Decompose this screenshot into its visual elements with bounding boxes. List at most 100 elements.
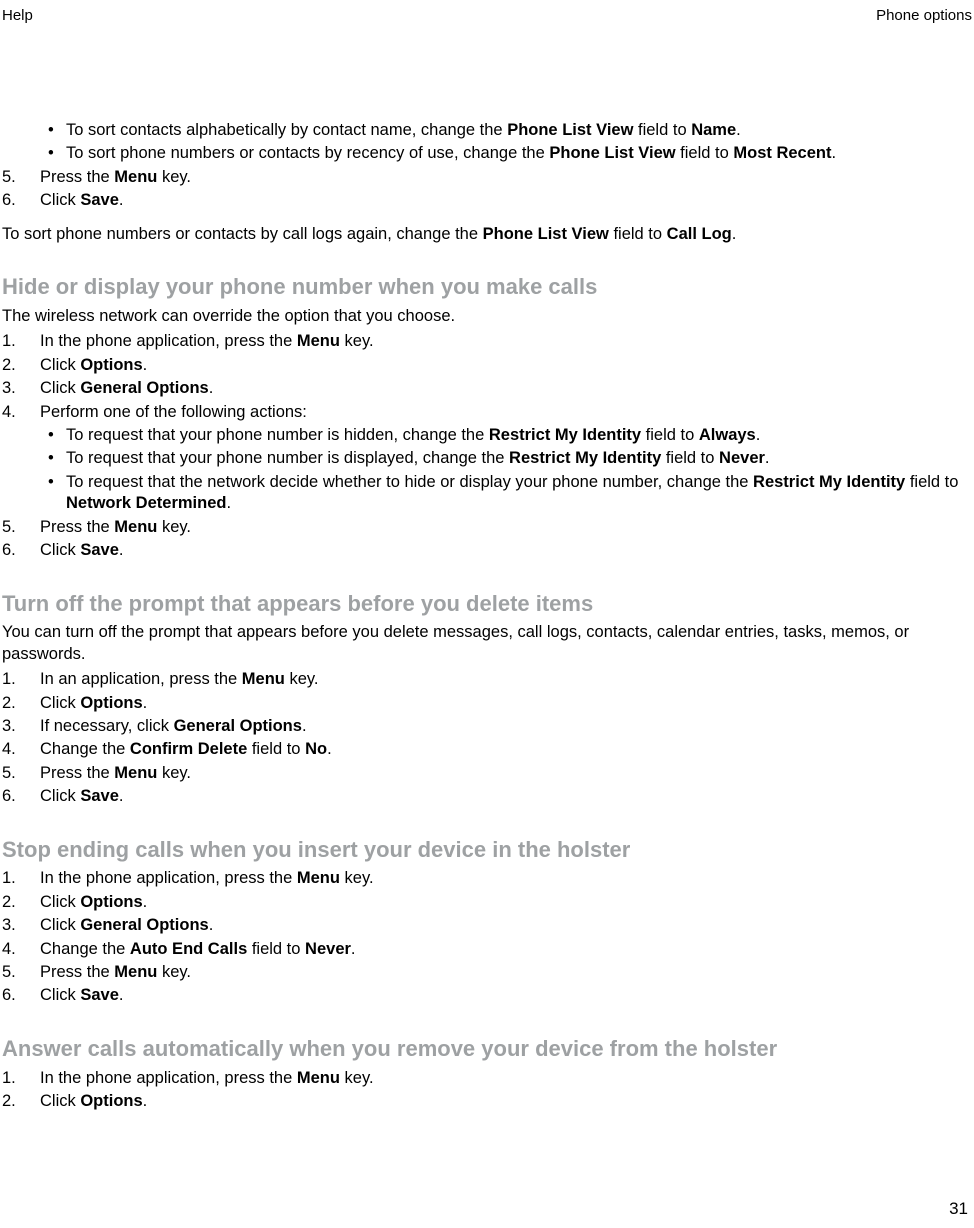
list-item: 3.Click General Options. bbox=[32, 915, 972, 936]
text: . bbox=[143, 694, 148, 712]
intro-bullets: To sort contacts alphabetically by conta… bbox=[2, 120, 972, 165]
text: field to bbox=[247, 940, 305, 958]
bold-text: Save bbox=[80, 541, 119, 559]
bold-text: Save bbox=[80, 986, 119, 1004]
bold-text: Save bbox=[80, 787, 119, 805]
text: To sort contacts alphabetically by conta… bbox=[66, 121, 507, 139]
list-item: To request that the network decide wheth… bbox=[66, 472, 972, 515]
step-number: 2. bbox=[2, 892, 26, 913]
step-number: 5. bbox=[2, 517, 26, 538]
text: Click bbox=[40, 356, 80, 374]
text: key. bbox=[340, 869, 374, 887]
text: Click bbox=[40, 1092, 80, 1110]
section-steps-cont: 5.Press the Menu key. 6.Click Save. bbox=[2, 517, 972, 562]
section-steps: 1. In the phone application, press the Me… bbox=[2, 1068, 972, 1113]
header-left: Help bbox=[2, 6, 33, 26]
bold-text: General Options bbox=[80, 379, 208, 397]
text: . bbox=[119, 541, 124, 559]
text: field to bbox=[661, 449, 719, 467]
step-number: 4. bbox=[2, 739, 26, 760]
step-number: 1. bbox=[2, 1068, 26, 1089]
bold-text: Menu bbox=[114, 764, 157, 782]
text: key. bbox=[340, 1069, 374, 1087]
text: key. bbox=[157, 518, 191, 536]
text: field to bbox=[676, 144, 734, 162]
list-item: 5.Press the Menu key. bbox=[32, 962, 972, 983]
bold-text: No bbox=[305, 740, 327, 758]
list-item: 6.Click Save. bbox=[32, 985, 972, 1006]
section-steps: 1.In the phone application, press the Me… bbox=[2, 868, 972, 1007]
section-title-stop-ending-calls: Stop ending calls when you insert your d… bbox=[2, 836, 972, 865]
text: field to bbox=[905, 473, 958, 491]
section-intro: You can turn off the prompt that appears… bbox=[2, 622, 972, 665]
text: . bbox=[143, 1092, 148, 1110]
list-item: 3.Click General Options. bbox=[32, 378, 972, 399]
list-item: 5.Press the Menu key. bbox=[32, 167, 972, 188]
list-item: 2.Click Options. bbox=[32, 1091, 972, 1112]
step-number: 6. bbox=[2, 190, 26, 211]
step-number: 3. bbox=[2, 716, 26, 737]
bold-text: Menu bbox=[114, 518, 157, 536]
bold-text: Menu bbox=[297, 332, 340, 350]
bold-text: Menu bbox=[114, 168, 157, 186]
text: In an application, press the bbox=[40, 670, 242, 688]
bold-text: Menu bbox=[242, 670, 285, 688]
step-number: 1. bbox=[2, 331, 26, 352]
list-item: 2.Click Options. bbox=[32, 693, 972, 714]
section-title-answer-auto: Answer calls automatically when you remo… bbox=[2, 1035, 972, 1064]
bold-text: General Options bbox=[174, 717, 302, 735]
text: . bbox=[351, 940, 356, 958]
list-item: 2.Click Options. bbox=[32, 355, 972, 376]
section-title-hide-number: Hide or display your phone number when y… bbox=[2, 273, 972, 302]
text: Click bbox=[40, 541, 80, 559]
text: In the phone application, press the bbox=[40, 1069, 297, 1087]
text: . bbox=[756, 426, 761, 444]
bold-text: Options bbox=[80, 893, 142, 911]
list-item: 4.Perform one of the following actions: bbox=[32, 402, 972, 423]
text: Press the bbox=[40, 963, 114, 981]
text: . bbox=[832, 144, 837, 162]
bold-text: Options bbox=[80, 356, 142, 374]
list-item: To sort contacts alphabetically by conta… bbox=[66, 120, 972, 141]
text: . bbox=[143, 893, 148, 911]
list-item: 1.In the phone application, press the Me… bbox=[32, 868, 972, 889]
text: . bbox=[119, 787, 124, 805]
text: . bbox=[302, 717, 307, 735]
bold-text: Menu bbox=[297, 1069, 340, 1087]
text: field to bbox=[609, 225, 667, 243]
step-number: 3. bbox=[2, 378, 26, 399]
text: Press the bbox=[40, 168, 114, 186]
step-number: 1. bbox=[2, 868, 26, 889]
step-number: 5. bbox=[2, 763, 26, 784]
list-item: 3.If necessary, click General Options. bbox=[32, 716, 972, 737]
header-right: Phone options bbox=[876, 6, 972, 26]
list-item: To sort phone numbers or contacts by rec… bbox=[66, 143, 972, 164]
step-number: 6. bbox=[2, 985, 26, 1006]
text: Press the bbox=[40, 518, 114, 536]
text: . bbox=[119, 986, 124, 1004]
text: . bbox=[736, 121, 741, 139]
text: key. bbox=[157, 168, 191, 186]
list-item: 2.Click Options. bbox=[32, 892, 972, 913]
text: Click bbox=[40, 893, 80, 911]
text: To request that the network decide wheth… bbox=[66, 473, 753, 491]
bold-text: Phone List View bbox=[483, 225, 609, 243]
bold-text: Never bbox=[719, 449, 765, 467]
bold-text: Restrict My Identity bbox=[509, 449, 661, 467]
text: . bbox=[119, 191, 124, 209]
text: Click bbox=[40, 916, 80, 934]
bold-text: Phone List View bbox=[507, 121, 633, 139]
text: . bbox=[732, 225, 737, 243]
list-item: 1.In the phone application, press the Me… bbox=[32, 1068, 972, 1089]
bold-text: Options bbox=[80, 1092, 142, 1110]
step-number: 5. bbox=[2, 962, 26, 983]
list-item: To request that your phone number is hid… bbox=[66, 425, 972, 446]
text: Perform one of the following actions: bbox=[40, 403, 307, 421]
text: Click bbox=[40, 787, 80, 805]
step-number: 3. bbox=[2, 915, 26, 936]
text: To sort phone numbers or contacts by cal… bbox=[2, 225, 483, 243]
text: Change the bbox=[40, 740, 130, 758]
step-number: 4. bbox=[2, 402, 26, 423]
bold-text: Options bbox=[80, 694, 142, 712]
list-item: 6.Click Save. bbox=[32, 786, 972, 807]
